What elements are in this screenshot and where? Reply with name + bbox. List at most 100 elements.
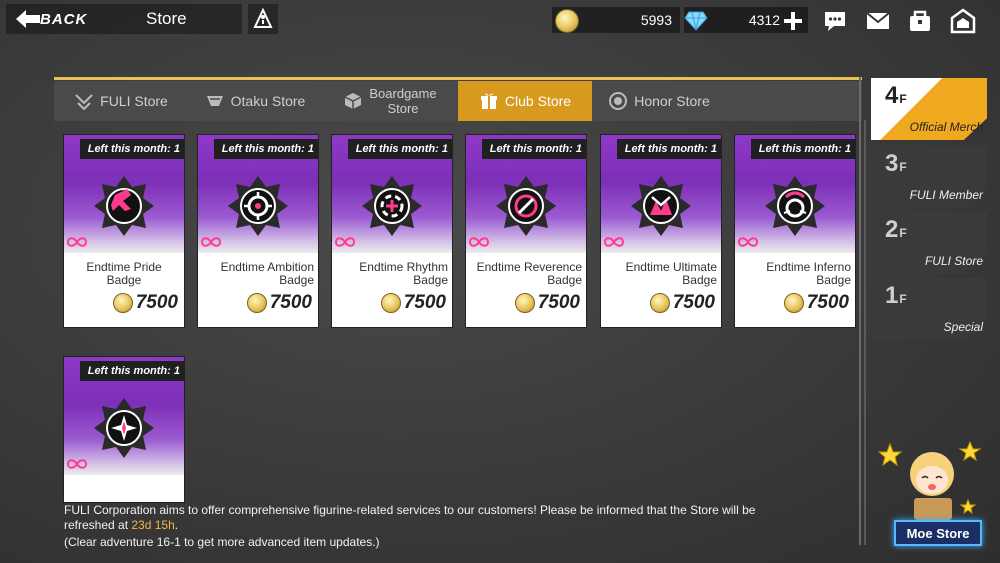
floor-1[interactable]: 1F Special — [871, 278, 987, 340]
item-name: Endtime Pride Badge — [86, 260, 162, 287]
floor-label: FULI Store — [924, 254, 983, 268]
stock-label: Left this month: 1 — [616, 139, 721, 159]
coin-icon — [246, 293, 267, 313]
floor-number: 2F — [885, 216, 907, 243]
badge-icon — [765, 176, 825, 236]
back-arrow-icon — [16, 10, 40, 28]
otaku-icon — [206, 96, 223, 106]
item-card[interactable]: Left this month: 1 Endtime Ambition Badge… — [198, 135, 318, 327]
stock-label: Left this month: 1 — [481, 139, 586, 159]
price-value: 7500 — [537, 292, 580, 313]
item-name: Endtime Rhythm Badge — [359, 260, 448, 287]
floor-number: 4F — [885, 82, 907, 109]
item-art: Left this month: 1 — [332, 135, 452, 253]
badge-icon — [94, 398, 154, 458]
refresh-timer: 23d 15h — [131, 518, 175, 532]
mail-icon[interactable] — [865, 8, 891, 34]
item-card[interactable]: Left this month: 1 Endtime Pride Badge 750… — [64, 135, 184, 327]
page-title: Store — [146, 9, 187, 28]
floor-label: Official Merch — [909, 120, 983, 134]
floor-number: 1F — [885, 282, 907, 309]
boardgame-icon — [345, 93, 362, 109]
floor-2[interactable]: 2F FULI Store — [871, 212, 987, 274]
stock-label: Left this month: 1 — [79, 361, 184, 381]
tab-label: FULI Store — [100, 93, 168, 109]
chat-icon[interactable] — [822, 8, 848, 34]
coin-value: 5993 — [640, 12, 672, 28]
crystal-value: 4312 — [748, 12, 780, 28]
tab-label: Otaku Store — [230, 93, 306, 109]
item-art: Left this month: 1 — [601, 135, 721, 253]
floor-number: 3F — [885, 150, 907, 177]
item-name: Endtime Reverence Badge — [476, 260, 582, 287]
price-value: 7500 — [806, 292, 849, 313]
item-name: Endtime Ambition Badge — [220, 260, 314, 287]
item-card[interactable]: Left this month: 1 Endtime Rhythm Badge 75… — [332, 135, 452, 327]
tab-otaku-store[interactable]: Otaku Store — [188, 81, 322, 121]
back-button[interactable]: BACK — [6, 4, 242, 34]
gift-icon — [480, 93, 497, 109]
tab-club-store[interactable]: Club Store — [458, 81, 592, 121]
store-tabs: FULI Store Otaku Store Boardgame Store Cl… — [54, 81, 862, 121]
mascot-icon — [877, 440, 982, 520]
tab-label: Honor Store — [634, 93, 710, 109]
stock-label: Left this month: 1 — [79, 139, 184, 159]
item-price: 7500 — [112, 292, 178, 314]
moe-store-label: Moe Store — [894, 520, 982, 546]
infinite-icon — [334, 237, 356, 247]
crystal-icon — [684, 11, 708, 31]
moe-store-button[interactable]: Moe Store — [876, 438, 986, 548]
floor-label: FULI Member — [909, 188, 983, 202]
item-price: 7500 — [649, 292, 715, 314]
item-art: Left this month: 1 — [466, 135, 586, 253]
item-art: Left this month: 1 — [64, 135, 184, 253]
item-art: Left this month: 1 — [198, 135, 318, 253]
item-card[interactable]: Left this month: 1 Endtime Ultimate Badge… — [601, 135, 721, 327]
stock-label: Left this month: 1 — [347, 139, 452, 159]
infinite-icon — [66, 459, 88, 469]
tab-label: Boardgame Store — [369, 86, 437, 116]
badge-icon — [631, 176, 691, 236]
stock-label: Left this month: 1 — [213, 139, 318, 159]
coin-icon — [649, 293, 670, 313]
infinite-icon — [603, 237, 625, 247]
stage-id: 16-1 — [156, 535, 181, 549]
coin-icon — [555, 9, 579, 33]
coin-icon — [783, 293, 804, 313]
item-card[interactable]: Left this month: 1 — [64, 357, 184, 502]
bag-icon[interactable] — [907, 8, 933, 34]
home-icon[interactable] — [950, 8, 976, 34]
help-icon — [253, 8, 273, 28]
coin-icon — [112, 293, 133, 313]
item-name: Endtime Inferno Badge — [766, 260, 851, 287]
coin-icon — [380, 293, 401, 313]
scroll-track[interactable] — [864, 120, 866, 545]
badge-icon — [94, 176, 154, 236]
add-crystal-icon[interactable] — [782, 10, 804, 32]
tab-boardgame-store[interactable]: Boardgame Store — [322, 81, 458, 121]
price-value: 7500 — [403, 292, 446, 313]
top-bar: BACK Store 5993 4312 — [0, 0, 1000, 40]
price-value: 7500 — [135, 292, 178, 313]
badge-icon — [228, 176, 288, 236]
fuli-icon — [75, 94, 93, 111]
floor-4[interactable]: 4F Official Merch — [871, 78, 987, 140]
help-button[interactable] — [248, 4, 278, 34]
tab-honor-store[interactable]: Honor Store — [592, 81, 726, 121]
item-name: Endtime Ultimate Badge — [625, 260, 717, 287]
stock-label: Left this month: 1 — [750, 139, 855, 159]
panel-divider — [859, 77, 861, 545]
back-label: BACK — [40, 11, 88, 28]
item-card[interactable]: Left this month: 1 Endtime Reverence Badg… — [466, 135, 586, 327]
tab-fuli-store[interactable]: FULI Store — [54, 81, 188, 121]
panel-top-line — [54, 77, 862, 80]
infinite-icon — [468, 237, 490, 247]
infinite-icon — [737, 237, 759, 247]
coin-icon — [514, 293, 535, 313]
item-price: 7500 — [246, 292, 312, 314]
item-card[interactable]: Left this month: 1 Endtime Inferno Badge 7… — [735, 135, 855, 327]
tab-label: Club Store — [504, 93, 572, 109]
honor-icon — [609, 92, 628, 110]
price-value: 7500 — [672, 292, 715, 313]
floor-3[interactable]: 3F FULI Member — [871, 146, 987, 208]
